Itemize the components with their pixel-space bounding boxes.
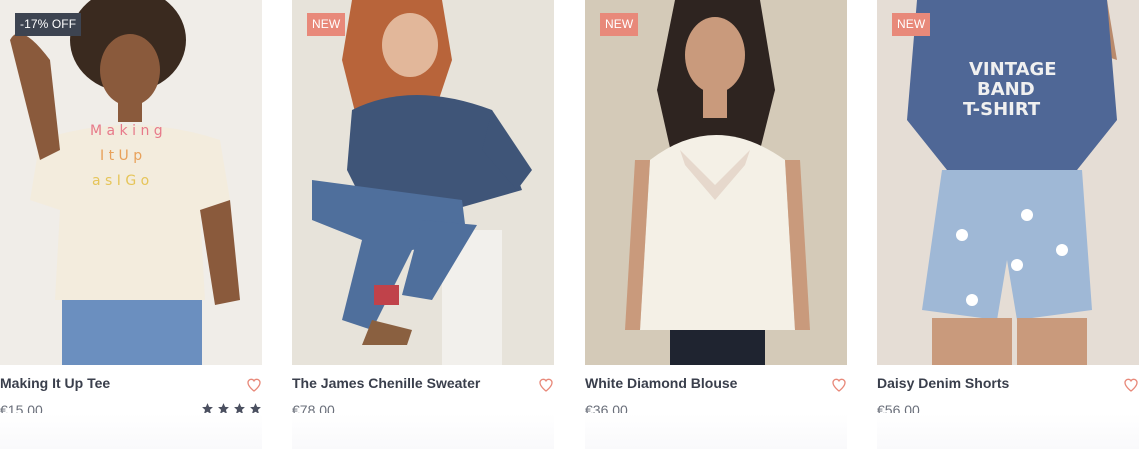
product-card[interactable]: NEW White Diamond Blouse €36,00 [585, 0, 847, 449]
shorts-photo-icon: VINTAGE BAND T-SHIRT [877, 0, 1139, 365]
svg-text:M a k i n g: M a k i n g [90, 123, 163, 139]
product-info: Daisy Denim Shorts €56,00 [877, 365, 1139, 449]
svg-text:T-SHIRT: T-SHIRT [963, 99, 1041, 120]
product-card[interactable]: NEW The James Chenille Sweater €78,00 [292, 0, 554, 449]
new-badge: NEW [600, 13, 639, 36]
tee-photo-icon: M a k i n g I t U p a s I G o [0, 0, 262, 365]
product-image[interactable]: VINTAGE BAND T-SHIRT NEW [877, 0, 1139, 365]
product-image[interactable]: NEW [292, 0, 554, 365]
star-icon [233, 402, 246, 415]
product-card[interactable]: VINTAGE BAND T-SHIRT NEW Daisy Denim Sho… [877, 0, 1139, 449]
svg-text:BAND: BAND [977, 79, 1035, 100]
new-badge: NEW [892, 13, 931, 36]
product-name[interactable]: The James Chenille Sweater [292, 375, 480, 391]
star-icon [249, 402, 262, 415]
product-name[interactable]: Daisy Denim Shorts [877, 375, 1009, 391]
product-name[interactable]: Making It Up Tee [0, 375, 110, 391]
product-price: €36,00 [585, 402, 628, 418]
rating-stars [201, 402, 262, 415]
wishlist-heart-icon[interactable] [246, 377, 262, 393]
new-badge: NEW [307, 13, 346, 36]
product-price: €15,00 [0, 402, 43, 418]
sweater-photo-icon [292, 0, 554, 365]
svg-text:VINTAGE: VINTAGE [969, 59, 1057, 80]
product-card[interactable]: M a k i n g I t U p a s I G o -17% OFF M… [0, 0, 262, 449]
product-name[interactable]: White Diamond Blouse [585, 375, 737, 391]
product-info: White Diamond Blouse €36,00 [585, 365, 847, 449]
svg-text:I t U p: I t U p [100, 148, 142, 164]
wishlist-heart-icon[interactable] [538, 377, 554, 393]
star-icon [217, 402, 230, 415]
wishlist-heart-icon[interactable] [1123, 377, 1139, 393]
product-info: Making It Up Tee €15,00 [0, 365, 262, 449]
product-image[interactable]: NEW [585, 0, 847, 365]
blouse-photo-icon [585, 0, 847, 365]
product-info: The James Chenille Sweater €78,00 [292, 365, 554, 449]
wishlist-heart-icon[interactable] [831, 377, 847, 393]
product-price: €56,00 [877, 402, 920, 418]
star-icon [201, 402, 214, 415]
product-image[interactable]: M a k i n g I t U p a s I G o -17% OFF [0, 0, 262, 365]
svg-text:a s I G o: a s I G o [92, 173, 149, 189]
product-price: €78,00 [292, 402, 335, 418]
discount-badge: -17% OFF [15, 13, 82, 36]
product-grid: M a k i n g I t U p a s I G o -17% OFF M… [0, 0, 1142, 449]
